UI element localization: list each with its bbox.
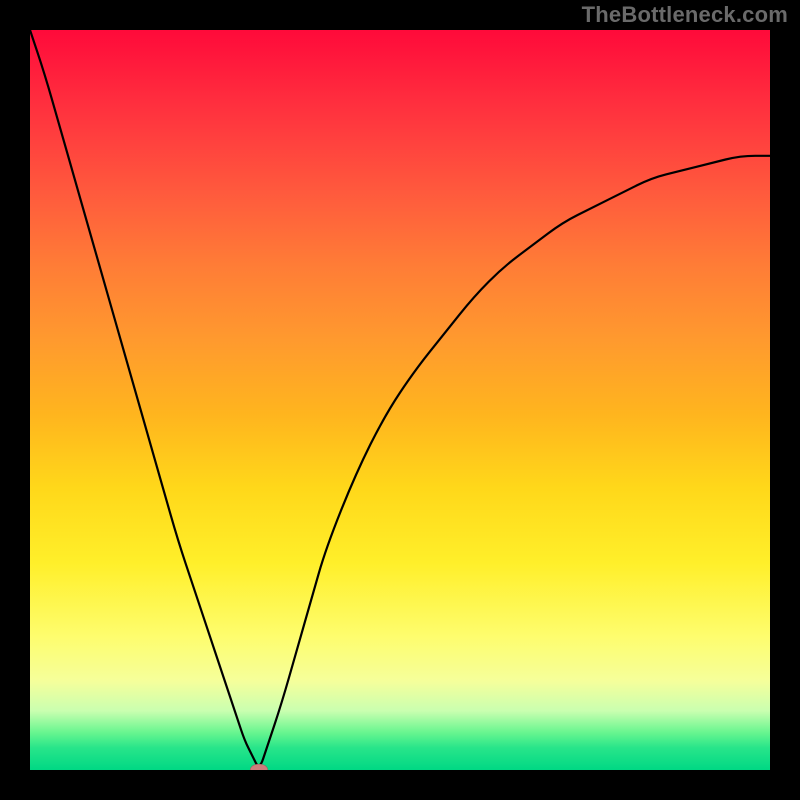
optimal-marker <box>250 764 268 770</box>
gradient-background <box>30 30 770 770</box>
watermark-text: TheBottleneck.com <box>582 2 788 28</box>
plot-area <box>30 30 770 770</box>
chart-frame: TheBottleneck.com <box>0 0 800 800</box>
